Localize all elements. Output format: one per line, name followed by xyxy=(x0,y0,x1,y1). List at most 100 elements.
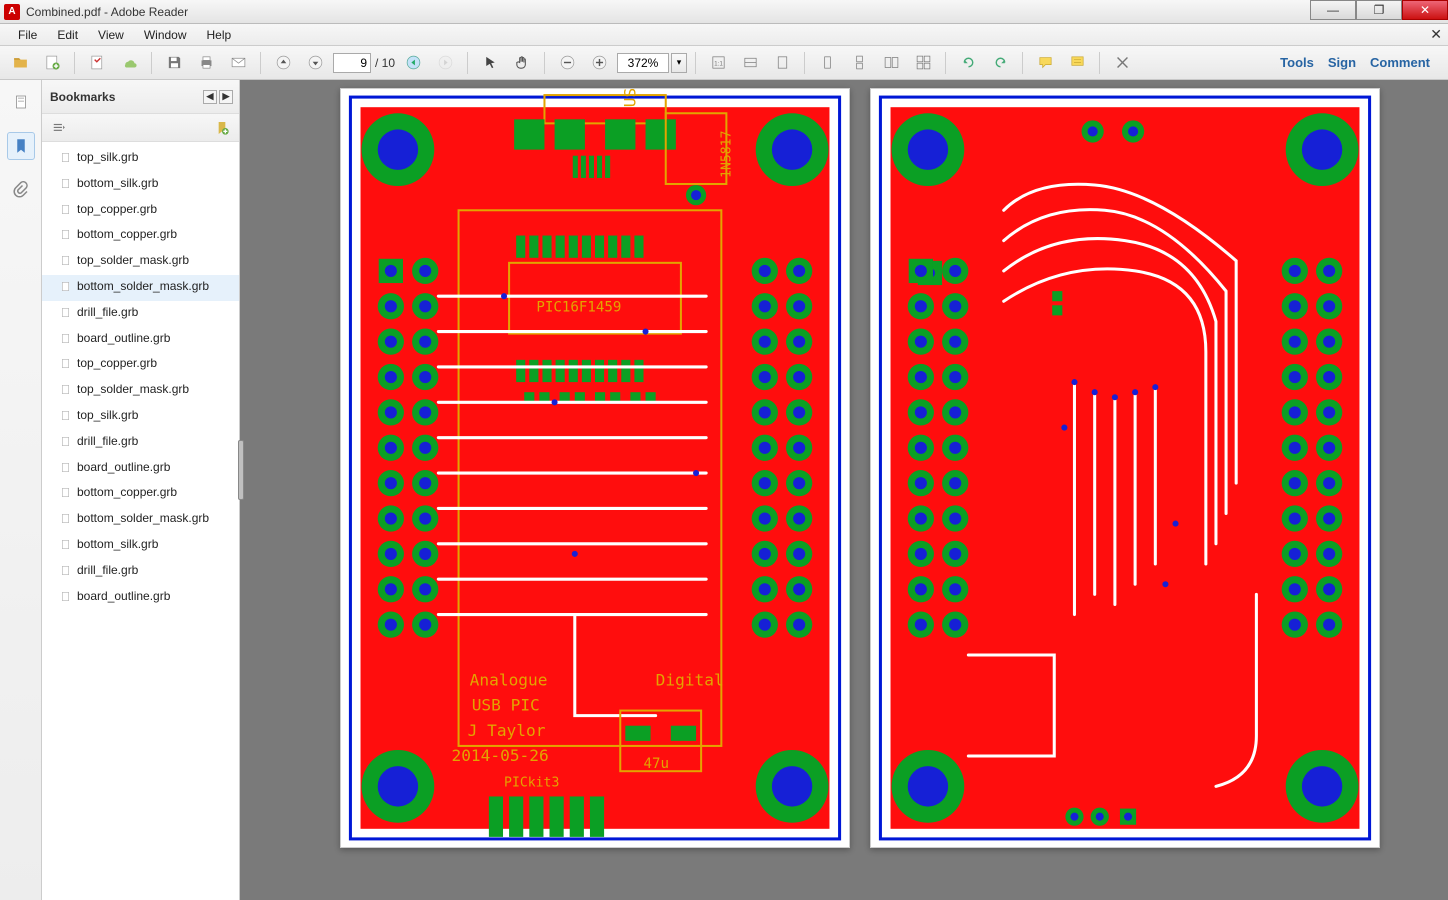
sidebar-rail xyxy=(0,80,42,900)
bookmark-icon xyxy=(60,254,72,272)
bookmark-item[interactable]: board_outline.grb xyxy=(42,327,239,353)
bookmarks-options-button[interactable] xyxy=(48,118,70,138)
page-number-input[interactable] xyxy=(333,53,371,73)
bookmark-item[interactable]: bottom_solder_mask.grb xyxy=(42,275,239,301)
bookmark-item[interactable]: board_outline.grb xyxy=(42,456,239,482)
bookmark-icon xyxy=(60,435,72,453)
save-button[interactable] xyxy=(160,50,188,76)
app-icon: A xyxy=(4,4,20,20)
bookmark-item[interactable]: drill_file.grb xyxy=(42,559,239,585)
silk-digital-label: Digital xyxy=(656,670,724,689)
window-title: Combined.pdf - Adobe Reader xyxy=(26,5,188,19)
bookmark-item[interactable]: top_copper.grb xyxy=(42,352,239,378)
history-back-button[interactable] xyxy=(399,50,427,76)
menu-edit[interactable]: Edit xyxy=(47,26,88,44)
bookmark-label: top_silk.grb xyxy=(77,149,138,166)
create-pdf-button[interactable] xyxy=(38,50,66,76)
bookmark-label: board_outline.grb xyxy=(77,588,170,605)
highlight-button[interactable] xyxy=(1063,50,1091,76)
bookmark-icon xyxy=(60,409,72,427)
bookmark-label: bottom_solder_mask.grb xyxy=(77,510,209,527)
document-close-button[interactable]: ✕ xyxy=(1430,26,1442,43)
tools-link[interactable]: Tools xyxy=(1280,55,1314,70)
bookmark-label: bottom_copper.grb xyxy=(77,226,177,243)
minimize-button[interactable]: — xyxy=(1310,0,1356,20)
maximize-button[interactable]: ❐ xyxy=(1356,0,1402,20)
silk-line1-label: USB PIC xyxy=(472,696,540,715)
sign-link[interactable]: Sign xyxy=(1328,55,1356,70)
bookmarks-panel: Bookmarks ◀ ▶ top_silk.grb bottom_silk.gr… xyxy=(42,80,240,900)
comment-balloon-button[interactable] xyxy=(1031,50,1059,76)
select-tool-button[interactable] xyxy=(476,50,504,76)
convert-button[interactable] xyxy=(83,50,111,76)
menubar: File Edit View Window Help ✕ xyxy=(0,24,1448,46)
bookmark-item[interactable]: top_solder_mask.grb xyxy=(42,249,239,275)
zoom-out-button[interactable] xyxy=(553,50,581,76)
close-button[interactable]: ✕ xyxy=(1402,0,1448,20)
bookmark-item[interactable]: top_copper.grb xyxy=(42,198,239,224)
silk-cap-label: 47u xyxy=(644,756,670,772)
silk-diode-label: 1N5817 xyxy=(719,131,734,178)
single-page-button[interactable] xyxy=(813,50,841,76)
two-page-continuous-button[interactable] xyxy=(909,50,937,76)
bookmark-icon xyxy=(60,486,72,504)
cloud-button[interactable] xyxy=(115,50,143,76)
fit-page-button[interactable] xyxy=(768,50,796,76)
bookmark-item[interactable]: top_solder_mask.grb xyxy=(42,378,239,404)
menu-window[interactable]: Window xyxy=(134,26,197,44)
bookmarks-toolbar xyxy=(42,114,239,142)
page-up-button[interactable] xyxy=(269,50,297,76)
bookmarks-expand-button[interactable]: ▶ xyxy=(219,90,233,104)
thumbnails-rail-button[interactable] xyxy=(7,88,35,116)
bookmarks-rail-button[interactable] xyxy=(7,132,35,160)
bookmarks-collapse-button[interactable]: ◀ xyxy=(203,90,217,104)
print-button[interactable] xyxy=(192,50,220,76)
bookmark-label: bottom_silk.grb xyxy=(77,175,158,192)
bookmark-label: top_solder_mask.grb xyxy=(77,381,189,398)
silk-pickit-label: PICkit3 xyxy=(504,775,559,790)
page-down-button[interactable] xyxy=(301,50,329,76)
bookmark-item[interactable]: drill_file.grb xyxy=(42,430,239,456)
bookmark-item[interactable]: board_outline.grb xyxy=(42,585,239,611)
panel-resize-handle[interactable] xyxy=(238,440,244,500)
open-button[interactable] xyxy=(6,50,34,76)
bookmarks-title: Bookmarks xyxy=(50,90,115,104)
bookmark-item[interactable]: bottom_copper.grb xyxy=(42,481,239,507)
bookmark-label: bottom_solder_mask.grb xyxy=(77,278,209,295)
read-mode-button[interactable] xyxy=(1108,50,1136,76)
history-forward-button[interactable] xyxy=(431,50,459,76)
attachments-rail-button[interactable] xyxy=(7,176,35,204)
bookmark-icon xyxy=(60,228,72,246)
zoom-in-button[interactable] xyxy=(585,50,613,76)
rotate-cw-button[interactable] xyxy=(986,50,1014,76)
menu-help[interactable]: Help xyxy=(197,26,242,44)
bookmark-item[interactable]: bottom_silk.grb xyxy=(42,172,239,198)
fit-width-button[interactable] xyxy=(736,50,764,76)
bookmark-item[interactable]: top_silk.grb xyxy=(42,404,239,430)
zoom-dropdown[interactable]: ▾ xyxy=(671,53,687,73)
bookmark-icon xyxy=(60,461,72,479)
zoom-level-input[interactable] xyxy=(617,53,669,73)
two-page-button[interactable] xyxy=(877,50,905,76)
hand-tool-button[interactable] xyxy=(508,50,536,76)
menu-view[interactable]: View xyxy=(88,26,134,44)
document-area[interactable]: USB xyxy=(240,80,1448,900)
bookmark-item[interactable]: drill_file.grb xyxy=(42,301,239,327)
bookmark-icon xyxy=(60,564,72,582)
bookmark-item[interactable]: top_silk.grb xyxy=(42,146,239,172)
bookmark-label: top_solder_mask.grb xyxy=(77,252,189,269)
pcb-page-right xyxy=(870,88,1380,848)
bookmark-item[interactable]: bottom_solder_mask.grb xyxy=(42,507,239,533)
bookmark-item[interactable]: bottom_copper.grb xyxy=(42,223,239,249)
email-button[interactable] xyxy=(224,50,252,76)
comment-link[interactable]: Comment xyxy=(1370,55,1430,70)
bookmark-label: drill_file.grb xyxy=(77,562,138,579)
bookmark-item[interactable]: bottom_silk.grb xyxy=(42,533,239,559)
menu-file[interactable]: File xyxy=(8,26,47,44)
rotate-ccw-button[interactable] xyxy=(954,50,982,76)
fit-actual-button[interactable]: 1:1 xyxy=(704,50,732,76)
bookmark-label: bottom_silk.grb xyxy=(77,536,158,553)
continuous-button[interactable] xyxy=(845,50,873,76)
bookmark-icon xyxy=(60,280,72,298)
new-bookmark-button[interactable] xyxy=(211,118,233,138)
